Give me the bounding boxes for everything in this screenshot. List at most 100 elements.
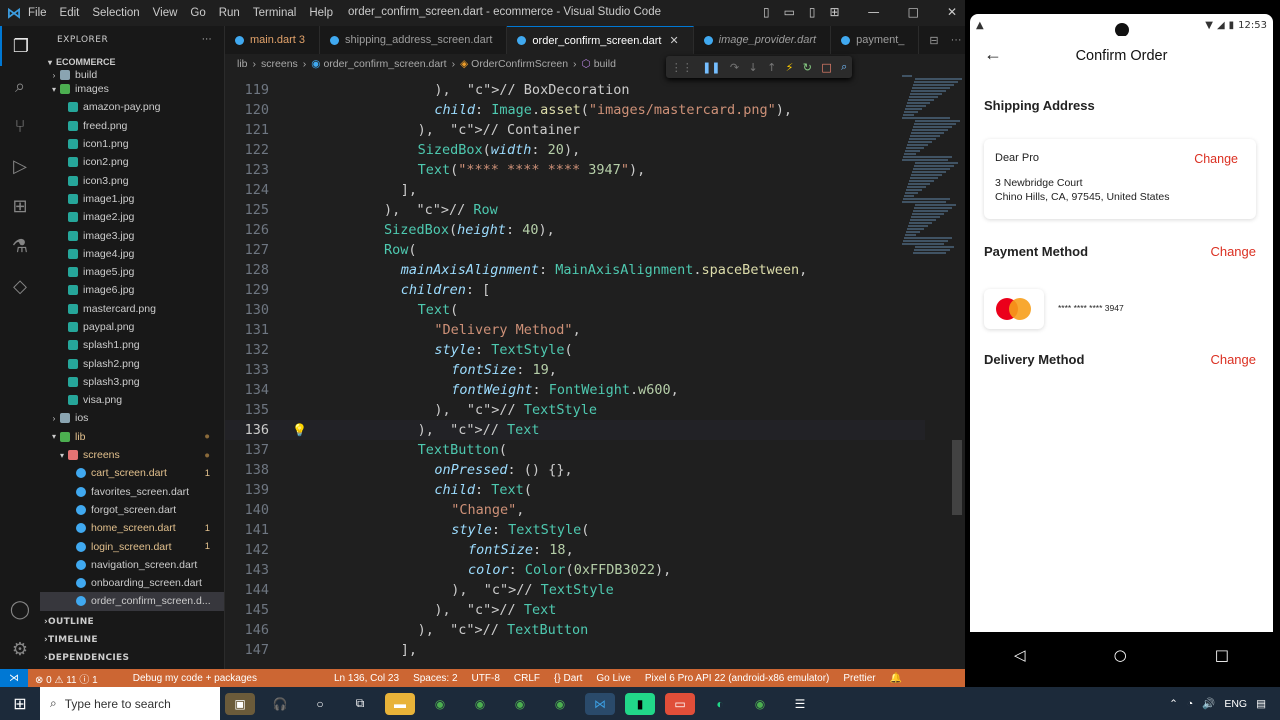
more-actions-icon[interactable]: ···	[202, 35, 212, 45]
tab-payment[interactable]: payment_	[831, 26, 920, 54]
nav-recents-icon[interactable]: □	[1215, 646, 1229, 664]
file-item[interactable]: paypal.png	[40, 318, 224, 336]
file-item[interactable]: icon1.png	[40, 135, 224, 153]
code-line[interactable]: 122 SizedBox(width: 20),	[225, 140, 925, 160]
line-number[interactable]: 122	[225, 140, 269, 160]
cursor-position-status[interactable]: Ln 136, Col 23	[334, 673, 399, 684]
notifications-icon[interactable]: 🔔	[890, 673, 902, 684]
chrome-icon[interactable]: ◉	[505, 693, 535, 715]
code-line[interactable]: 121), "c">// Container	[225, 120, 925, 140]
remote-indicator-icon[interactable]: ⋊	[0, 669, 28, 687]
drag-handle-icon[interactable]: ⋮⋮	[671, 61, 693, 74]
folder-item[interactable]: ▾ lib ●	[40, 428, 224, 446]
language-indicator[interactable]: ENG	[1224, 698, 1247, 710]
restart-icon[interactable]: ↻	[803, 61, 812, 74]
breadcrumb-file[interactable]: order_confirm_screen.dart	[323, 58, 446, 70]
app-red-icon[interactable]: ▭	[665, 692, 695, 715]
code-line[interactable]: 143 color: Color(0xFFDB3022),	[225, 560, 925, 580]
code-line[interactable]: 132 style: TextStyle(	[225, 340, 925, 360]
line-number[interactable]: 129	[225, 280, 269, 300]
go-live-status[interactable]: Go Live	[596, 673, 630, 684]
menu-view[interactable]: View	[153, 7, 178, 19]
line-number[interactable]: 125	[225, 200, 269, 220]
project-root[interactable]: ▾ ECOMMERCE	[40, 54, 224, 70]
flutter-inspector-icon[interactable]: ⌕	[841, 60, 847, 74]
file-item[interactable]: image5.jpg	[40, 263, 224, 281]
line-number[interactable]: 132	[225, 340, 269, 360]
file-item[interactable]: image2.jpg	[40, 208, 224, 226]
tray-chevron-up-icon[interactable]: ⌃	[1169, 698, 1178, 710]
line-number[interactable]: 137	[225, 440, 269, 460]
chrome-icon[interactable]: ◉	[425, 693, 455, 715]
tab-main-dart[interactable]: main.dart 3	[225, 26, 321, 54]
code-line[interactable]: 133 fontSize: 19,	[225, 360, 925, 380]
line-number[interactable]: 138	[225, 460, 269, 480]
file-item[interactable]: visa.png	[40, 391, 224, 409]
code-line[interactable]: 145), "c">// Text	[225, 600, 925, 620]
file-explorer-icon[interactable]: ▬	[385, 692, 415, 715]
hot-reload-icon[interactable]: ⚡	[786, 61, 794, 74]
folder-item[interactable]: ▾ screens ●	[40, 446, 224, 464]
code-line[interactable]: 144), "c">// TextStyle	[225, 580, 925, 600]
code-line[interactable]: 137 TextButton(	[225, 440, 925, 460]
file-item[interactable]: image1.jpg	[40, 190, 224, 208]
line-number[interactable]: 124	[225, 180, 269, 200]
file-item[interactable]: image6.jpg	[40, 281, 224, 299]
more-actions-icon[interactable]: ···	[951, 34, 962, 46]
volume-icon[interactable]: 🔊	[1202, 697, 1215, 710]
extensions-icon[interactable]: ⊞	[0, 186, 40, 226]
minimize-button[interactable]: —	[868, 5, 880, 19]
breadcrumb-lib[interactable]: lib	[237, 58, 248, 70]
change-address-button[interactable]: Change	[1194, 152, 1238, 166]
folder-item[interactable]: ▾ images	[40, 80, 224, 98]
code-line[interactable]: 124],	[225, 180, 925, 200]
layout-sidebar-icon[interactable]: ▯	[763, 5, 770, 19]
line-number[interactable]: 144	[225, 580, 269, 600]
file-item[interactable]: favorites_screen.dart	[40, 483, 224, 501]
step-out-icon[interactable]: ↑	[767, 61, 776, 74]
file-item[interactable]: mastercard.png	[40, 300, 224, 318]
indentation-status[interactable]: Spaces: 2	[413, 673, 457, 684]
file-item[interactable]: login_screen.dart 1	[40, 537, 224, 555]
code-line[interactable]: 147],	[225, 640, 925, 660]
code-line[interactable]: 131 "Delivery Method",	[225, 320, 925, 340]
code-line[interactable]: 139 child: Text(	[225, 480, 925, 500]
notification-center-icon[interactable]: ▤	[1256, 698, 1266, 710]
line-number[interactable]: 133	[225, 360, 269, 380]
code-line[interactable]: 130 Text(	[225, 300, 925, 320]
minimap[interactable]	[902, 74, 962, 274]
code-line[interactable]: 119), "c">// BoxDecoration	[225, 80, 925, 100]
folder-item[interactable]: › build	[40, 70, 224, 80]
code-line[interactable]: 141 style: TextStyle(	[225, 520, 925, 540]
editor-scrollbar[interactable]	[952, 440, 962, 515]
cortana-icon[interactable]: ▣	[225, 692, 255, 715]
line-number[interactable]: 147	[225, 640, 269, 660]
source-control-icon[interactable]: ⑂	[0, 106, 40, 146]
file-item[interactable]: amazon-pay.png	[40, 98, 224, 116]
line-number[interactable]: 141	[225, 520, 269, 540]
step-over-icon[interactable]: ↷	[730, 61, 739, 74]
explorer-icon[interactable]: ❐	[0, 26, 40, 66]
chrome-icon[interactable]: ◉	[545, 693, 575, 715]
debug-config-status[interactable]: Debug my code + packages	[133, 673, 257, 684]
line-number[interactable]: 142	[225, 540, 269, 560]
dependencies-section[interactable]: › DEPENDENCIES	[40, 649, 225, 667]
layout-panel-icon[interactable]: ▭	[784, 5, 795, 19]
app-teal-icon[interactable]: ◐	[705, 693, 735, 715]
line-number[interactable]: 127	[225, 240, 269, 260]
line-number[interactable]: 126	[225, 220, 269, 240]
folder-item[interactable]: › ios	[40, 409, 224, 427]
menu-go[interactable]: Go	[190, 7, 205, 19]
manage-gear-icon[interactable]: ⚙	[0, 629, 40, 669]
wifi-icon[interactable]: ◔	[1187, 698, 1193, 710]
line-number[interactable]: 119	[225, 80, 269, 100]
menu-run[interactable]: Run	[219, 7, 240, 19]
breadcrumb-class[interactable]: OrderConfirmScreen	[471, 58, 568, 70]
testing-icon[interactable]: ⚗	[0, 226, 40, 266]
file-item[interactable]: home_screen.dart 1	[40, 519, 224, 537]
code-line[interactable]: 146), "c">// TextButton	[225, 620, 925, 640]
file-item[interactable]: splash1.png	[40, 336, 224, 354]
pause-icon[interactable]: ❚❚	[702, 61, 720, 74]
tab-shipping-address[interactable]: shipping_address_screen.dart	[320, 26, 508, 54]
line-number[interactable]: 145	[225, 600, 269, 620]
